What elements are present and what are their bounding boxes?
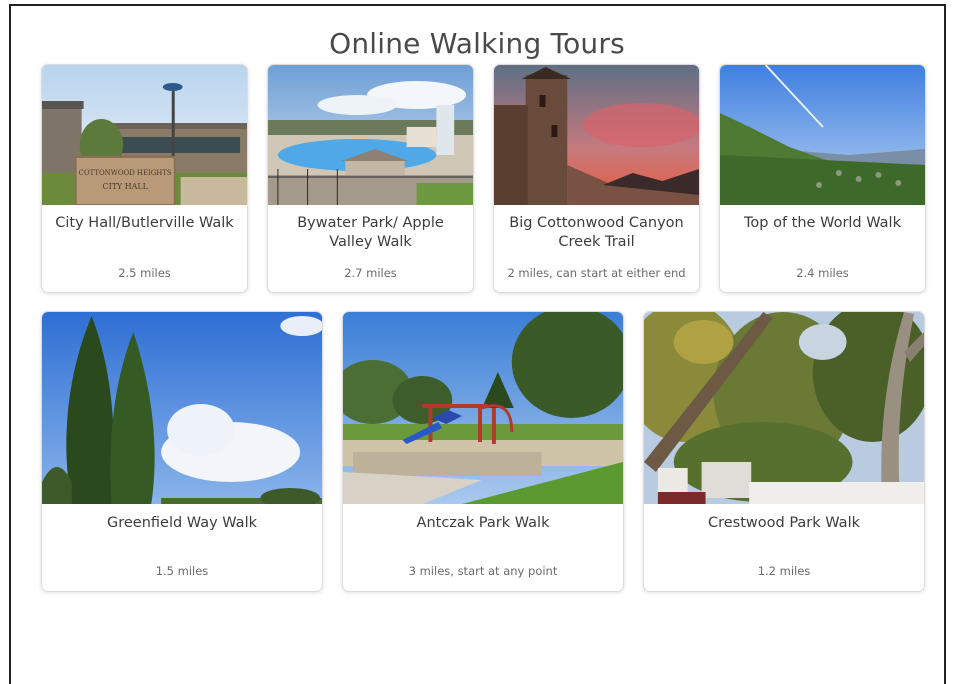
tour-card-city-hall[interactable]: COTTONWOOD HEIGHTS CITY HALL City Hall/B…	[41, 64, 248, 293]
tour-card-top-of-the-world[interactable]: Top of the World Walk 2.4 miles	[719, 64, 926, 293]
tour-distance: 2.4 miles	[796, 266, 849, 280]
sign-text-line2: CITY HALL	[103, 182, 149, 191]
tour-title: Top of the World Walk	[744, 215, 901, 231]
tour-card-greenfield-way[interactable]: Greenfield Way Walk 1.5 miles	[41, 311, 323, 592]
city-hall-photo-icon: COTTONWOOD HEIGHTS CITY HALL	[42, 65, 247, 205]
stone-tower-photo-icon	[494, 65, 699, 205]
playground-photo-icon	[343, 312, 623, 504]
tour-card-crestwood-park[interactable]: Crestwood Park Walk 1.2 miles	[643, 311, 925, 592]
mountain-valley-photo-icon	[720, 65, 925, 205]
tour-distance: 1.2 miles	[757, 564, 811, 578]
tour-title: Big Cottonwood Canyon Creek Trail	[509, 215, 684, 250]
cypress-trees-photo-icon	[42, 312, 322, 504]
page-title: Online Walking Tours	[329, 26, 625, 60]
tour-card-big-cottonwood[interactable]: Big Cottonwood Canyon Creek Trail 2 mile…	[493, 64, 700, 293]
tour-distance: 3 miles, start at any point	[408, 564, 558, 578]
pool-park-photo-icon	[268, 65, 473, 205]
sign-text-line1: COTTONWOOD HEIGHTS	[79, 169, 172, 177]
tour-card-bywater-park[interactable]: Bywater Park/ Apple Valley Walk 2.7 mile…	[267, 64, 474, 293]
tour-title: Greenfield Way Walk	[106, 515, 257, 531]
tour-title: Antczak Park Walk	[416, 515, 550, 531]
tour-row-2: Greenfield Way Walk 1.5 miles Antczak Pa…	[41, 311, 925, 592]
forest-sign-photo-icon	[644, 312, 924, 504]
tour-card-antczak-park[interactable]: Antczak Park Walk 3 miles, start at any …	[342, 311, 624, 592]
tour-title: Crestwood Park Walk	[707, 515, 860, 531]
tour-title: City Hall/Butlerville Walk	[55, 215, 234, 231]
tour-distance: 2.7 miles	[344, 266, 397, 280]
tour-distance: 2.5 miles	[118, 266, 171, 280]
tour-distance: 1.5 miles	[155, 564, 209, 578]
tour-title: Bywater Park/ Apple Valley Walk	[297, 215, 444, 250]
tour-distance: 2 miles, can start at either end	[507, 266, 686, 280]
tour-row-1: COTTONWOOD HEIGHTS CITY HALL City Hall/B…	[41, 64, 926, 293]
